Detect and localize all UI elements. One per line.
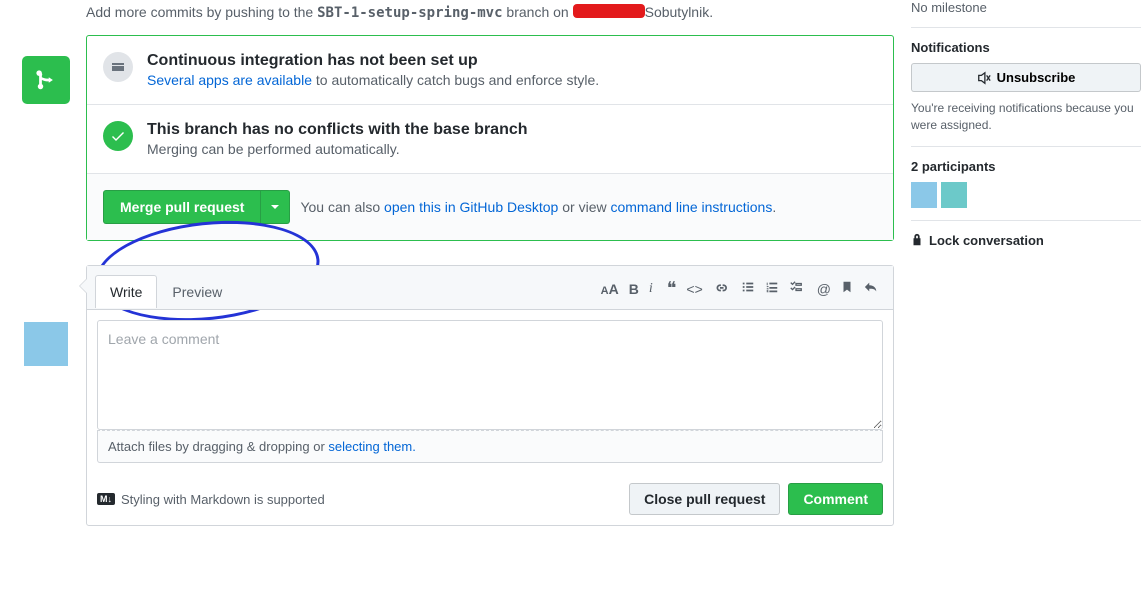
ci-icon [103,52,133,82]
merge-timeline-icon [22,56,70,104]
comment-composer: Write Preview AA B i ❝ <> [86,265,894,526]
ci-apps-link[interactable]: Several apps are available [147,72,312,88]
unsubscribe-button[interactable]: Unsubscribe [911,63,1141,92]
markdown-hint[interactable]: M↓Styling with Markdown is supported [97,492,325,507]
italic-icon[interactable]: i [649,281,653,297]
merge-dropdown-button[interactable] [260,190,290,224]
participants-count: 2 participants [911,159,1141,174]
code-icon[interactable]: <> [686,281,702,297]
quote-icon[interactable]: ❝ [667,278,677,299]
tab-write[interactable]: Write [95,275,157,308]
participant-avatar[interactable] [941,182,967,208]
comment-button[interactable]: Comment [788,483,883,515]
reply-icon[interactable] [863,280,879,297]
branch-name: SBT-1-setup-spring-mvc [317,5,502,21]
notif-reason: You're receiving notifications because y… [911,100,1141,134]
tab-preview[interactable]: Preview [157,275,237,308]
merge-pull-request-button[interactable]: Merge pull request [103,190,260,224]
mention-icon[interactable]: @ [817,281,831,297]
lock-icon [911,233,923,247]
ci-title: Continuous integration has not been set … [147,52,599,70]
mute-icon [977,71,991,85]
link-icon[interactable] [713,280,727,297]
bold-icon[interactable]: B [629,281,639,297]
ul-icon[interactable] [741,280,755,297]
redacted-owner [573,4,645,18]
check-icon [103,121,133,151]
conflicts-sub: Merging can be performed automatically. [147,141,528,157]
participant-avatar[interactable] [911,182,937,208]
close-pr-button[interactable]: Close pull request [629,483,780,515]
markdown-toolbar: AA B i ❝ <> @ [601,274,885,309]
open-desktop-link[interactable]: open this in GitHub Desktop [384,199,558,215]
lock-conversation-button[interactable]: Lock conversation [911,233,1141,248]
current-user-avatar [24,322,68,366]
participants-avatars [911,182,1141,208]
merge-status-box: Continuous integration has not been set … [86,35,894,241]
milestone-value: No milestone [911,0,987,15]
notifications-title: Notifications [911,40,1141,55]
bookmark-icon[interactable] [841,280,853,297]
task-list-icon[interactable] [789,280,803,297]
attach-hint: Attach files by dragging & dropping or s… [97,430,883,463]
comment-textarea[interactable] [97,320,883,430]
text-size-icon[interactable]: AA [601,281,619,297]
merge-button-group: Merge pull request [103,190,290,224]
ol-icon[interactable] [765,280,779,297]
select-files-link[interactable]: selecting them. [328,439,415,454]
push-hint: Add more commits by pushing to the SBT-1… [86,4,894,21]
cli-instructions-link[interactable]: command line instructions [610,199,772,215]
conflicts-title: This branch has no conflicts with the ba… [147,121,528,139]
